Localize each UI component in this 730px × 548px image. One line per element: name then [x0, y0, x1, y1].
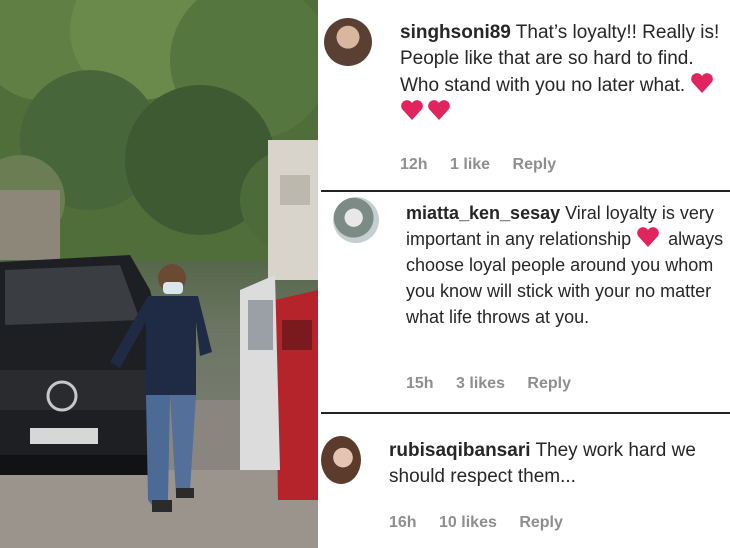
- comment-body: rubisaqibansari They work hard we should…: [389, 438, 719, 490]
- comment-card: singhsoni89 That’s loyalty!! Really is! …: [321, 0, 730, 190]
- comment-likes[interactable]: 3 likes: [456, 375, 505, 392]
- heart-icon: [691, 73, 714, 93]
- comment-time: 12h: [400, 156, 428, 173]
- heart-icon: [401, 100, 423, 120]
- comment-time: 15h: [406, 375, 434, 392]
- comment-card: miatta_ken_sesay Viral loyalty is very i…: [321, 192, 730, 412]
- reply-button[interactable]: Reply: [513, 156, 557, 173]
- reply-button[interactable]: Reply: [527, 375, 571, 392]
- heart-emoji: [636, 227, 663, 249]
- comment-card: rubisaqibansari They work hard we should…: [321, 414, 730, 548]
- heart-icon: [428, 100, 450, 120]
- comment-username[interactable]: singhsoni89: [400, 22, 511, 43]
- avatar[interactable]: [333, 197, 379, 243]
- avatar[interactable]: [324, 18, 372, 66]
- heart-icon: [637, 227, 659, 247]
- comment-body: miatta_ken_sesay Viral loyalty is very i…: [406, 200, 726, 330]
- comment-username[interactable]: miatta_ken_sesay: [406, 203, 560, 223]
- comment-likes[interactable]: 1 like: [450, 156, 490, 173]
- comment-username[interactable]: rubisaqibansari: [389, 440, 531, 461]
- photo-scene: [0, 0, 318, 548]
- reply-button[interactable]: Reply: [519, 514, 563, 531]
- comment-body: singhsoni89 That’s loyalty!! Really is! …: [400, 20, 730, 126]
- comment-time: 16h: [389, 514, 417, 531]
- comment-meta: 16h 10 likes Reply: [389, 514, 581, 532]
- avatar[interactable]: [321, 436, 361, 484]
- comment-meta: 15h 3 likes Reply: [406, 375, 589, 393]
- comment-likes[interactable]: 10 likes: [439, 514, 497, 531]
- comment-meta: 12h 1 like Reply: [400, 156, 574, 174]
- news-photo: [0, 0, 318, 548]
